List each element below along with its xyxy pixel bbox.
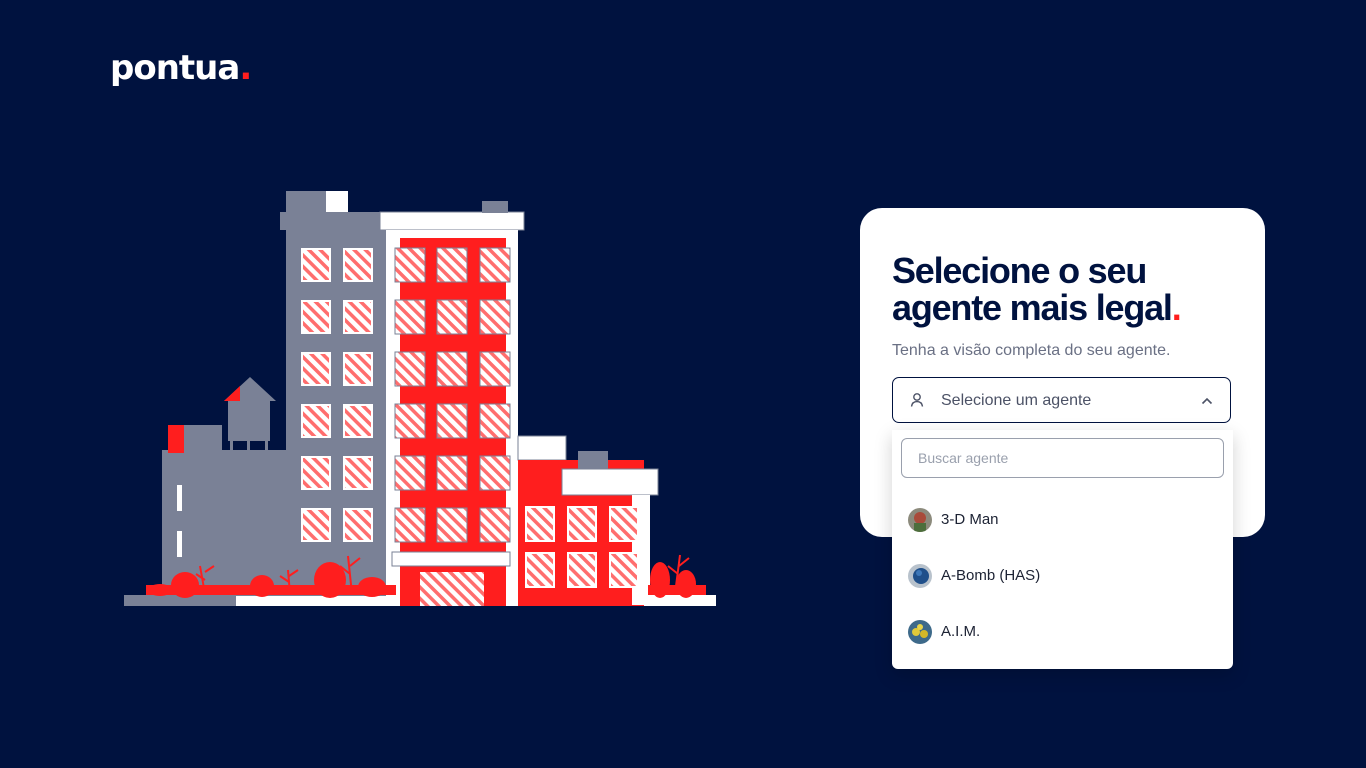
agent-select-label: Selecione um agente xyxy=(941,392,1092,409)
avatar xyxy=(908,620,932,644)
agent-select[interactable]: Selecione um agente xyxy=(892,377,1231,423)
logo-text: pontua xyxy=(110,48,240,88)
card-title: Selecione o seu agente mais legal. xyxy=(892,252,1232,326)
avatar xyxy=(908,564,932,588)
card-title-text: Selecione o seu agente mais legal xyxy=(892,250,1173,328)
avatar xyxy=(908,508,932,532)
city-buildings-illustration xyxy=(120,186,720,616)
title-dot: . xyxy=(1171,287,1182,328)
logo-dot: . xyxy=(239,48,252,88)
agent-dropdown: 3-D Man A-Bomb (HAS) A.I.M. xyxy=(892,430,1233,669)
agent-option-aim[interactable]: A.I.M. xyxy=(892,612,1233,652)
chevron-up-icon xyxy=(1200,394,1214,413)
option-label: 3-D Man xyxy=(941,511,999,528)
agent-option-a-bomb[interactable]: A-Bomb (HAS) xyxy=(892,556,1233,596)
card-subtitle: Tenha a visão completa do seu agente. xyxy=(892,342,1171,359)
agent-option-3d-man[interactable]: 3-D Man xyxy=(892,500,1233,540)
option-label: A-Bomb (HAS) xyxy=(941,567,1041,584)
user-icon xyxy=(909,392,925,413)
search-agent-input[interactable] xyxy=(901,438,1224,478)
pontua-logo: pontua. xyxy=(110,48,252,88)
option-label: A.I.M. xyxy=(941,623,981,640)
